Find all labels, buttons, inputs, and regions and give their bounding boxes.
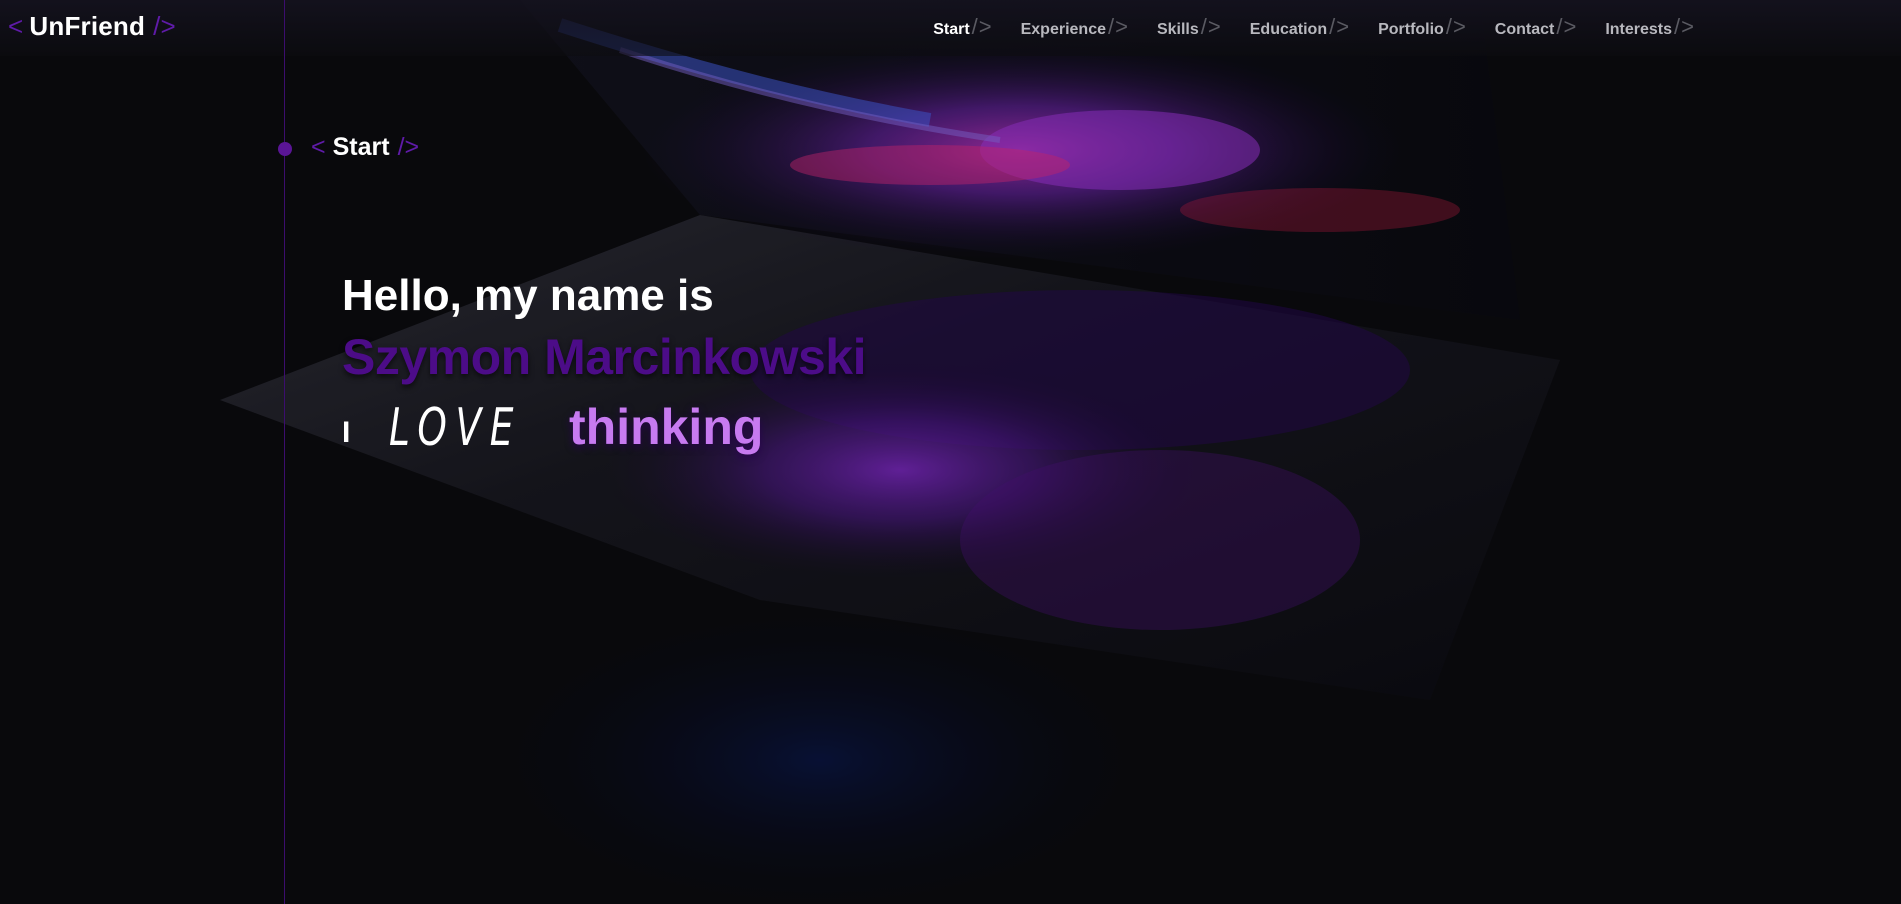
section-title-label: Start <box>332 133 390 161</box>
nav-item-label: Start <box>933 21 970 38</box>
section-open-bracket: < <box>311 133 326 161</box>
navbar: < UnFriend/> Start/> Experience/> Skills /… <box>0 0 1901 56</box>
brand-close-bracket: /> <box>153 11 176 41</box>
love-prefix: I <box>342 416 351 449</box>
nav-item-label: Experience <box>1020 21 1106 38</box>
nav-separator: /> <box>1200 14 1222 39</box>
nav-item-interests[interactable]: Interests/> <box>1605 14 1695 40</box>
section-title: < Start/> <box>311 133 419 162</box>
nav-item-label: Contact <box>1494 21 1555 38</box>
nav-separator: /> <box>1108 14 1129 39</box>
hero-name: Szymon Marcinkowski <box>342 329 867 385</box>
nav-item-experience[interactable]: Experience/> <box>1021 14 1129 40</box>
nav-separator: /> <box>1556 14 1578 39</box>
nav-item-contact[interactable]: Contact/> <box>1495 14 1578 40</box>
brand-name: UnFriend <box>29 11 146 41</box>
hero-background-image <box>0 0 1901 904</box>
nav-separator: /> <box>971 14 993 39</box>
nav-item-label: Portfolio <box>1378 21 1444 38</box>
timeline-dot <box>278 142 292 156</box>
brand-open-bracket: < <box>8 11 24 41</box>
nav-item-education[interactable]: Education/> <box>1250 14 1350 40</box>
nav-separator: /> <box>1674 14 1695 39</box>
timeline-line <box>284 0 285 904</box>
nav-item-label: Skills <box>1156 21 1199 38</box>
hero-greeting: Hello, my name is <box>342 271 714 320</box>
nav-separator: /> <box>1445 14 1467 39</box>
brand-logo[interactable]: < UnFriend/> <box>8 11 176 42</box>
main-nav: Start/> Experience/> Skills/> Education /… <box>933 14 1695 40</box>
page: < UnFriend/> Start/> Experience/> Skills /… <box>0 0 1901 904</box>
love-object: thinking <box>569 399 764 455</box>
nav-item-start[interactable]: Start/> <box>933 14 992 40</box>
love-word: LOVE <box>389 398 523 458</box>
nav-separator: /> <box>1329 14 1351 39</box>
nav-item-portfolio[interactable]: Portfolio/> <box>1378 14 1467 40</box>
nav-item-label: Education <box>1249 21 1328 38</box>
nav-item-skills[interactable]: Skills/> <box>1157 14 1222 40</box>
section-close-bracket: /> <box>397 133 420 161</box>
nav-item-label: Interests <box>1605 21 1673 38</box>
